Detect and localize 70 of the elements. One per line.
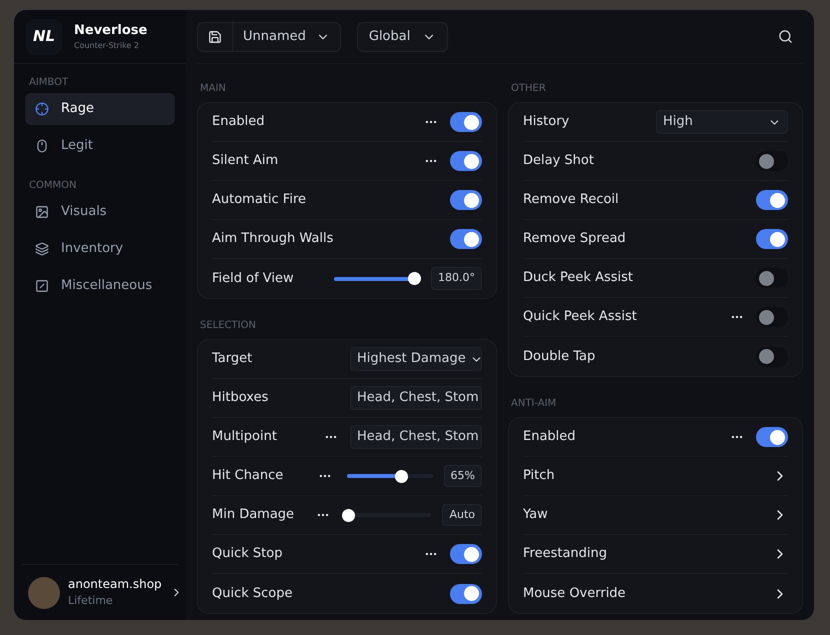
section-heading: MAIN xyxy=(199,82,227,96)
config-selector[interactable]: Unnamed xyxy=(197,22,341,52)
setting-label: Remove Spread xyxy=(523,230,627,248)
section-heading: ANTI-AIM xyxy=(510,396,558,410)
setting-label: Duck Peek Assist xyxy=(523,269,634,288)
setting-label: Silent Aim xyxy=(212,152,280,170)
crosshair-icon xyxy=(35,102,49,116)
slider-value: 180.0° xyxy=(431,267,482,290)
app-subtitle: Counter-Strike 2 xyxy=(74,40,140,52)
toggle-switch[interactable] xyxy=(756,307,788,327)
dropdown[interactable]: Head, Chest, Stom xyxy=(350,425,482,449)
setting-label: Aim Through Walls xyxy=(212,230,334,248)
toggle-switch[interactable] xyxy=(756,427,788,447)
toggle-switch[interactable] xyxy=(450,151,482,171)
save-icon[interactable] xyxy=(208,30,222,44)
config-name[interactable]: Unnamed xyxy=(233,26,316,46)
setting-label: Yaw xyxy=(523,506,549,524)
nav-item[interactable]: Visuals xyxy=(25,196,175,228)
section-heading: OTHER xyxy=(510,82,547,96)
toggle-switch[interactable] xyxy=(756,346,788,366)
toggle-switch[interactable] xyxy=(756,190,788,210)
setting-label: Quick Peek Assist xyxy=(523,308,638,326)
setting-label: Delay Shot xyxy=(523,152,595,170)
setting-label: Hitboxes xyxy=(212,389,270,408)
nav-heading: AIMBOT xyxy=(28,76,70,90)
toggle-switch[interactable] xyxy=(756,268,788,288)
nav-item[interactable]: Rage xyxy=(25,93,175,125)
nav-item[interactable]: Miscellaneous xyxy=(25,270,175,302)
setting-label: Double Tap xyxy=(523,348,596,366)
setting-label: Freestanding xyxy=(523,545,608,564)
toggle-switch[interactable] xyxy=(756,151,788,171)
user-name: anonteam.shop xyxy=(68,576,162,594)
setting-label: Quick Scope xyxy=(212,584,294,603)
avatar xyxy=(28,576,60,608)
setting-label: Remove Recoil xyxy=(523,191,620,210)
setting-label: Field of View xyxy=(212,270,295,288)
section-heading: SELECTION xyxy=(199,318,257,332)
mouse-icon xyxy=(35,139,49,153)
nav-heading: COMMON xyxy=(28,179,78,193)
dropdown[interactable]: Head, Chest, Stom xyxy=(350,386,482,410)
setting-label: Hit Chance xyxy=(212,467,284,486)
image-icon xyxy=(35,205,49,219)
setting-label: Enabled xyxy=(523,428,577,446)
dropdown[interactable]: Highest Damage xyxy=(350,347,482,371)
dropdown[interactable]: High xyxy=(656,110,788,134)
scope-dropdown[interactable]: Global xyxy=(356,22,448,52)
setting-label: Multipoint xyxy=(212,428,278,446)
plan-label: Lifetime xyxy=(68,593,114,610)
layers-icon xyxy=(35,242,49,256)
setting-label: History xyxy=(523,113,570,132)
setting-label: Target xyxy=(212,350,254,368)
toggle-switch[interactable] xyxy=(450,544,482,564)
setting-label: Pitch xyxy=(523,467,556,486)
setting-label: Enabled xyxy=(212,113,266,132)
logo: NL xyxy=(26,18,62,54)
nav-item[interactable]: Legit xyxy=(25,130,175,162)
slider-value: Auto xyxy=(442,504,482,526)
toggle-switch[interactable] xyxy=(450,584,482,604)
search-icon[interactable] xyxy=(778,29,793,44)
toggle-switch[interactable] xyxy=(450,190,482,210)
setting-label: Quick Stop xyxy=(212,545,284,564)
setting-label: Min Damage xyxy=(212,506,296,524)
app-title: Neverlose xyxy=(74,22,148,40)
toggle-switch[interactable] xyxy=(450,229,482,249)
nav-item[interactable]: Inventory xyxy=(25,233,175,265)
setting-label: Automatic Fire xyxy=(212,191,308,210)
toggle-switch[interactable] xyxy=(450,112,482,132)
toggle-switch[interactable] xyxy=(756,229,788,249)
setting-label: Mouse Override xyxy=(523,584,627,603)
slider-value: 65% xyxy=(444,464,482,488)
